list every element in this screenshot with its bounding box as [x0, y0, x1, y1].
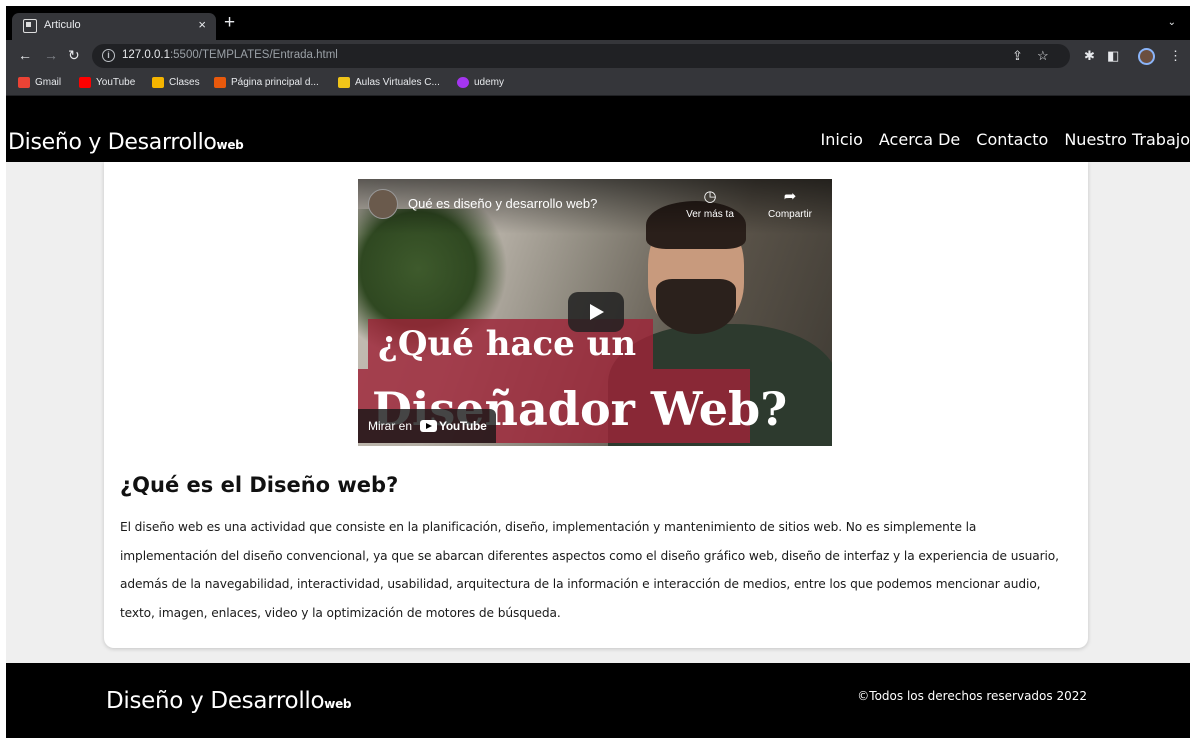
address-bar[interactable]: i 127.0.0.1:5500/TEMPLATES/Entrada.html … [92, 44, 1070, 68]
youtube-play-icon [420, 420, 438, 432]
url-text: 127.0.0.1:5500/TEMPLATES/Entrada.html [122, 49, 338, 61]
classroom-icon [152, 77, 164, 88]
youtube-logo-text: YouTube [439, 419, 487, 433]
article-title: ¿Qué es el Diseño web? [120, 473, 399, 497]
footer-logo[interactable]: Diseño y Desarrolloweb [106, 688, 352, 714]
bookmark-label: Aulas Virtuales C... [355, 77, 440, 88]
bookmark-label: udemy [474, 77, 505, 88]
bookmark-youtube[interactable]: YouTube [79, 77, 135, 88]
site-footer: Diseño y Desarrolloweb ©Todos los derech… [6, 663, 1190, 738]
watch-on-label: Mirar en [368, 419, 413, 433]
browser-toolbar: ← → ↻ i 127.0.0.1:5500/TEMPLATES/Entrada… [6, 40, 1190, 72]
video-thumbnail-person-beard [656, 279, 736, 334]
browser-window: Articulo × + ⌄ ← → ↻ i 127.0.0.1:5500/TE… [6, 6, 1190, 738]
article-card: ¿Qué hace un Diseñador Web? Qué es diseñ… [104, 162, 1088, 648]
share-arrow-icon: ➦ [783, 188, 797, 205]
gmail-icon [18, 77, 30, 88]
watch-on-youtube-button[interactable]: Mirar en YouTube [358, 409, 497, 443]
bookmark-clases[interactable]: Clases [152, 77, 200, 88]
site-header: Diseño y Desarrolloweb Inicio Acerca De … [6, 96, 1190, 162]
bookmark-aulas-virtuales[interactable]: Aulas Virtuales C... [338, 77, 440, 88]
browser-tab[interactable]: Articulo × [12, 13, 216, 40]
youtube-icon [79, 77, 91, 88]
back-arrow-icon[interactable]: ← [18, 47, 32, 63]
youtube-logo: YouTube [420, 419, 487, 433]
logo-main-text: Diseño y Desarrollo [8, 130, 217, 155]
bookmark-star-icon[interactable]: ☆ [1037, 48, 1049, 64]
tab-search-chevron-icon[interactable]: ⌄ [1168, 17, 1176, 28]
udemy-icon [457, 77, 469, 88]
tab-strip: Articulo × + ⌄ [6, 6, 1190, 40]
youtube-video-embed[interactable]: ¿Qué hace un Diseñador Web? Qué es diseñ… [358, 179, 832, 446]
nav-link-nuestro-trabajo[interactable]: Nuestro Trabajo [1064, 130, 1190, 149]
forward-arrow-icon[interactable]: → [44, 47, 58, 63]
bookmark-label: YouTube [96, 77, 136, 88]
share-page-icon[interactable]: ⇪ [1012, 48, 1023, 64]
bookmark-pagina-principal[interactable]: Página principal d... [214, 77, 319, 88]
share-button[interactable]: ➦ Compartir [758, 187, 822, 220]
bookmark-label: Gmail [35, 77, 62, 88]
bookmarks-bar: Gmail YouTube Clases Página principal d.… [6, 72, 1190, 96]
url-host: 127.0.0.1 [122, 49, 170, 61]
bookmark-gmail[interactable]: Gmail [18, 77, 61, 88]
tab-title: Articulo [44, 19, 81, 31]
logo-sub-text: web [216, 138, 244, 152]
footer-logo-main-text: Diseño y Desarrollo [106, 688, 325, 714]
footer-logo-sub-text: web [324, 697, 352, 711]
clock-icon: ◷ [703, 188, 717, 205]
article-body: El diseño web es una actividad que consi… [120, 520, 1059, 620]
reload-icon[interactable]: ↻ [68, 47, 80, 63]
copyright-text: ©Todos los derechos reservados 2022 [857, 689, 1087, 703]
extensions-puzzle-icon[interactable]: ✱ [1084, 48, 1095, 64]
aulas-icon [338, 77, 350, 88]
more-menu-icon[interactable]: ⋮ [1169, 48, 1182, 64]
office-icon [214, 77, 226, 88]
nav-link-acerca-de[interactable]: Acerca De [879, 130, 960, 149]
watch-later-button[interactable]: ◷ Ver más ta [680, 187, 740, 220]
url-path: :5500/TEMPLATES/Entrada.html [169, 49, 338, 61]
watch-later-label: Ver más ta [686, 209, 734, 220]
channel-avatar[interactable] [368, 189, 398, 219]
bookmark-udemy[interactable]: udemy [457, 77, 504, 88]
nav-link-inicio[interactable]: Inicio [821, 130, 863, 149]
close-tab-icon[interactable]: × [198, 17, 206, 32]
video-title[interactable]: Qué es diseño y desarrollo web? [408, 196, 597, 211]
side-panel-icon[interactable]: ◧ [1107, 48, 1119, 64]
page-favicon-icon [23, 19, 37, 33]
play-button[interactable] [568, 292, 624, 332]
main-nav: Inicio Acerca De Contacto Nuestro Trabaj… [821, 130, 1190, 149]
new-tab-icon[interactable]: + [224, 13, 235, 33]
site-logo[interactable]: Diseño y Desarrolloweb [8, 130, 244, 155]
profile-avatar[interactable] [1138, 48, 1155, 65]
nav-link-contacto[interactable]: Contacto [976, 130, 1048, 149]
site-info-icon[interactable]: i [102, 49, 115, 62]
bookmark-label: Página principal d... [231, 77, 319, 88]
page-viewport: Diseño y Desarrolloweb Inicio Acerca De … [6, 96, 1190, 738]
share-label: Compartir [768, 209, 812, 220]
bookmark-label: Clases [169, 77, 200, 88]
